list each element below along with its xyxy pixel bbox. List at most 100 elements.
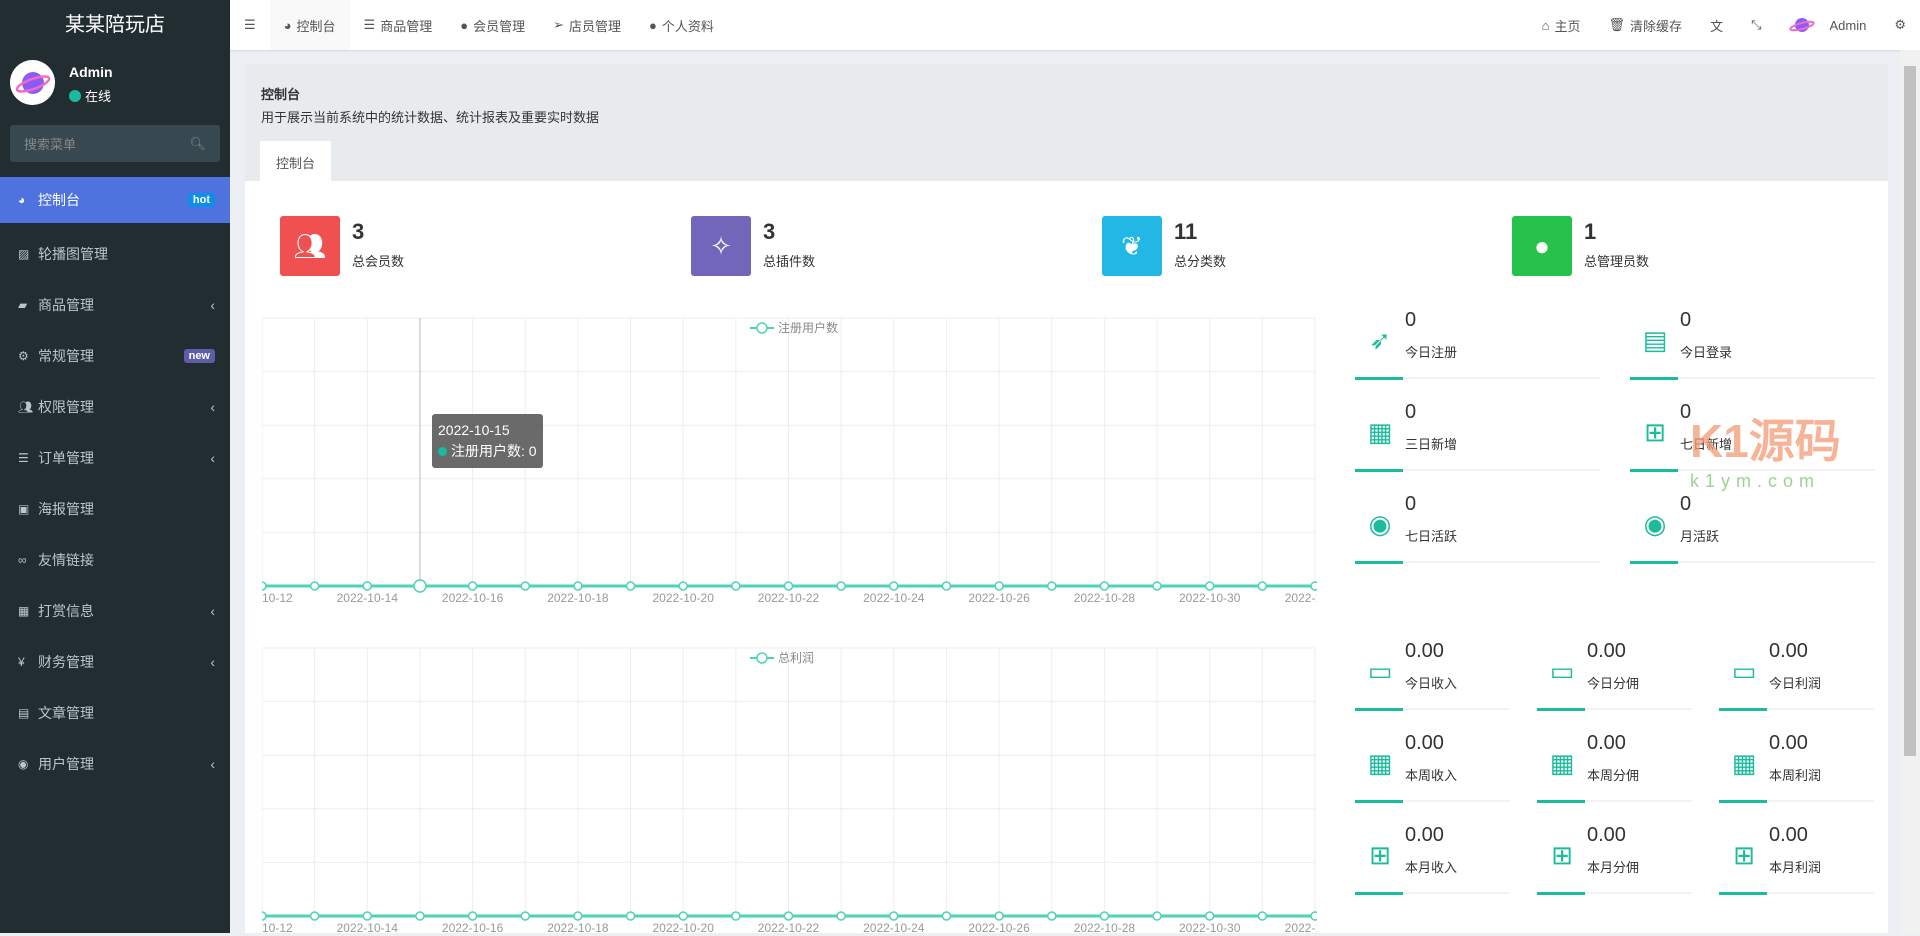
page-scrollbar[interactable] [1900,50,1920,933]
stat-label: 本周利润 [1769,768,1822,783]
user-panel: Admin 在线 [10,60,113,105]
data-point [1047,911,1057,921]
sidebar-toggle-button[interactable]: ☰ [230,0,270,50]
data-point [625,911,636,921]
fullscreen-button[interactable]: ⤡ [1737,0,1775,50]
stat-label: 今日收入 [1405,676,1458,691]
card-value: 3 [352,219,365,244]
sidebar-item-5[interactable]: ☰ 订单管理 ‹ [0,432,230,483]
data-point [625,581,636,591]
card-value: 11 [1174,219,1198,244]
total-profit-chart[interactable]: 2022-10-122022-10-142022-10-162022-10-18… [262,646,1317,936]
cogs-icon: ⚙ [1894,17,1906,32]
admin-menu[interactable]: Admin [1775,0,1880,50]
user-circle-icon: ◉ [1643,509,1667,539]
calendar-icon: ▦ [1549,748,1575,778]
topnav-label: 店员管理 [568,18,621,34]
stat-value: 0.00 [1587,732,1626,754]
stat-item: ▦ 0.00 本周利润 [1719,732,1874,803]
data-point [678,581,688,591]
page-description: 用于展示当前系统中的统计数据、统计报表及重要实时数据 [261,110,600,125]
data-point [1204,581,1215,591]
menu-search-input[interactable]: 搜索菜单 🔍︎ [10,125,220,162]
sidebar-item-0[interactable]: ◕ 控制台 hot [0,177,230,223]
yen-icon: ¥ [18,654,25,669]
stat-value: 0.00 [1405,732,1444,754]
main-content: 控制台 用于展示当前系统中的统计数据、统计报表及重要实时数据 控制台 2022-… [245,64,1888,936]
card-label: 总会员数 [352,254,405,269]
data-point [1257,581,1268,591]
topnav-tab-3[interactable]: ➢ 店员管理 [539,0,635,50]
sidebar-item-9[interactable]: ¥ 财务管理 ‹ [0,636,230,687]
home-label: 主页 [1554,18,1581,34]
clear-cache-button[interactable]: 🗑︎ 清除缓存 [1595,0,1697,50]
sidebar-item-label: 控制台 [38,192,80,208]
calendar-icon: ▦ [1731,748,1757,778]
search-icon[interactable]: 🔍︎ [189,136,206,152]
stat-value: 0 [1405,401,1417,423]
stat-value: 0 [1680,309,1692,331]
sidebar-item-8[interactable]: ▦ 打赏信息 ‹ [0,585,230,636]
sidebar-item-11[interactable]: ◉ 用户管理 ‹ [0,738,230,789]
calendar-plus-icon: ⊞ [1551,840,1573,870]
chevron-left-icon: ‹ [210,449,215,466]
user-status: 在线 [85,89,112,104]
scrollbar-thumb[interactable] [1904,66,1916,756]
summary-card: ✧ 3 总插件数 [691,216,815,276]
data-point [467,911,478,921]
brand-title[interactable]: 某某陪玩店 [0,0,230,50]
sidebar-item-3[interactable]: ⚙ 常规管理 new [0,330,230,381]
link-icon: ∞ [18,552,27,567]
dashboard-icon: ◕ [18,193,26,207]
gift-icon: ▦ [18,603,30,618]
calendar-icon: ▦ [1367,417,1393,447]
language-button[interactable]: 文 [1696,0,1737,50]
magic-icon: ✧ [691,216,751,276]
search-placeholder: 搜索菜单 [24,137,77,152]
data-point [889,581,899,591]
list-icon: ☰ [18,450,29,465]
data-point [1152,911,1162,921]
tab-dashboard[interactable]: 控制台 [260,141,332,184]
leaf-icon: ❦ [1102,216,1162,276]
sidebar-item-7[interactable]: ∞ 友情链接 [0,534,230,585]
x-tick-label: 2022-10-12 [262,591,293,605]
admin-avatar [1789,18,1816,32]
book-icon: ▰ [18,297,28,312]
group-icon: 👥︎ [280,216,340,276]
sidebar-item-6[interactable]: ▣ 海报管理 [0,483,230,534]
data-point [941,581,952,591]
user-circle-icon: ◉ [1368,509,1392,539]
sidebar-item-10[interactable]: ▤ 文章管理 [0,687,230,738]
topnav-tab-1[interactable]: ☰ 商品管理 [350,0,447,50]
sidebar-item-label: 轮播图管理 [38,245,108,262]
stat-value: 0.00 [1405,824,1444,846]
settings-button[interactable]: ⚙ [1880,0,1920,50]
sidebar-item-label: 友情链接 [38,551,94,568]
sidebar-item-2[interactable]: ▰ 商品管理 ‹ [0,279,230,330]
stat-item: ⊞ 0.00 本月收入 [1355,824,1510,895]
sidebar-item-1[interactable]: ▨ 轮播图管理 [0,228,230,279]
stat-item: ▦ 0.00 本周分佣 [1537,732,1692,803]
sidebar-item-4[interactable]: 👥︎ 权限管理 ‹ [0,381,230,432]
data-point [573,911,583,921]
topnav-tab-2[interactable]: ● 会员管理 [446,0,539,50]
data-point [994,581,1004,591]
legend-marker-icon [756,652,768,664]
home-link[interactable]: ⌂ 主页 [1528,0,1595,50]
summary-card: ● 1 总管理员数 [1512,216,1649,276]
topnav-tab-4[interactable]: ● 个人资料 [635,0,728,50]
stat-label: 今日分佣 [1587,676,1640,691]
data-point [520,581,530,591]
register-users-chart[interactable]: 2022-10-12 2022-10-14 2022-10-16 2022-10-18… [262,316,1317,606]
topnav-tab-0[interactable]: ◕ 控制台 [269,0,350,50]
content-header: 控制台 用于展示当前系统中的统计数据、统计报表及重要实时数据 控制台 [245,64,1888,184]
user-icon: ● [1512,216,1572,276]
data-point [309,581,320,591]
stat-item: ▦ 0 三日新增 [1355,401,1600,472]
watermark-url: k1ym.com [1690,471,1821,491]
sidebar-item-label: 文章管理 [38,704,94,721]
sidebar-item-label: 用户管理 [38,755,94,772]
topnav-label: 商品管理 [380,18,433,34]
data-point [415,911,425,921]
